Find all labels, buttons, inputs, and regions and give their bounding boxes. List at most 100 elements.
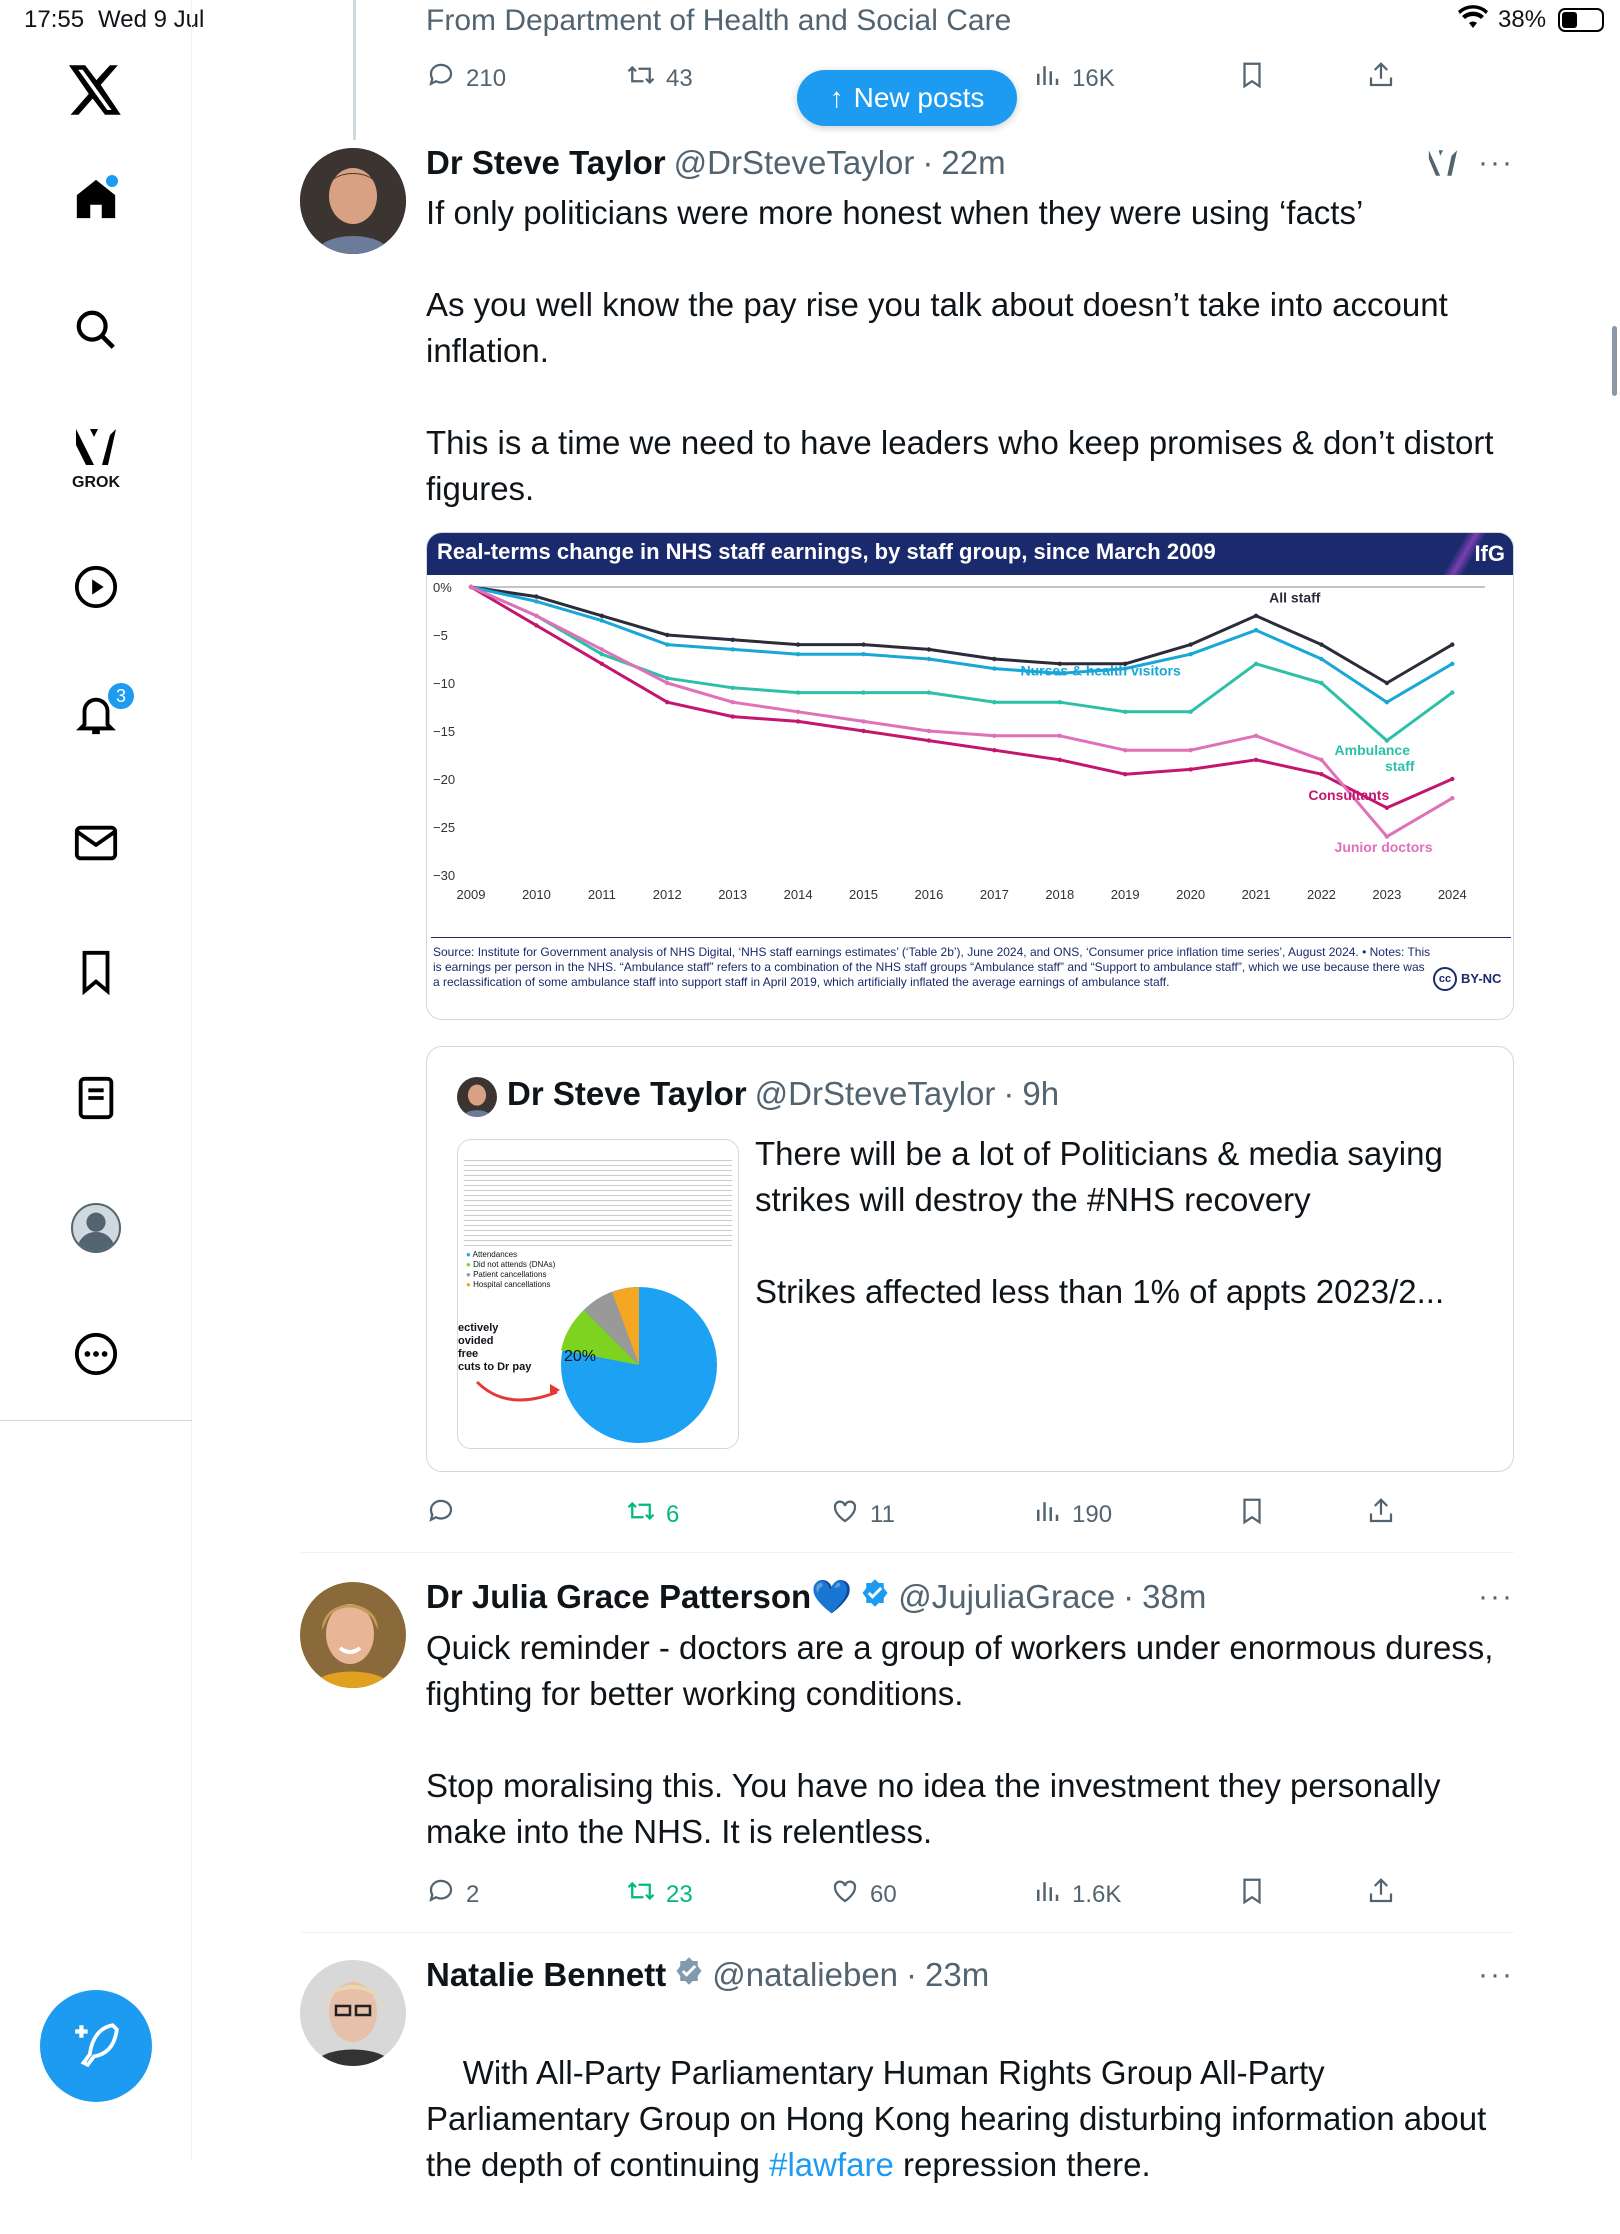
separator-dot: · <box>1003 1075 1015 1112</box>
x-tick-label: 2011 <box>588 887 616 902</box>
retweet-icon <box>626 1876 656 1913</box>
retweet-button[interactable]: 43 <box>626 60 693 97</box>
y-tick-label: −25 <box>433 820 455 835</box>
data-point <box>1319 642 1324 647</box>
quoted-post[interactable]: Dr Steve Taylor @DrSteveTaylor · 9h ● At… <box>426 1046 1514 1472</box>
data-point <box>1188 642 1193 647</box>
cc-icon: cc <box>1433 967 1457 991</box>
y-tick-label: −20 <box>433 772 455 787</box>
data-point <box>599 647 605 652</box>
data-point <box>1319 757 1324 762</box>
views-button[interactable]: 16K <box>1032 60 1115 97</box>
data-point <box>861 719 866 724</box>
x-tick-label: 2009 <box>457 887 486 902</box>
nav-grok[interactable]: GROK <box>60 422 132 494</box>
user-handle[interactable]: @natalieben <box>712 1956 898 1994</box>
data-point <box>926 656 932 662</box>
avatar-julia-grace-patterson[interactable] <box>300 1582 406 1688</box>
x-tick-label: 2014 <box>784 887 813 902</box>
reply-button[interactable]: 210 <box>426 60 506 97</box>
data-point <box>1253 613 1259 618</box>
x-tick-label: 2021 <box>1242 887 1271 902</box>
post-time[interactable]: 22m <box>941 144 1005 182</box>
avatar-dr-steve-taylor[interactable] <box>300 148 406 254</box>
user-handle[interactable]: @JujuliaGrace <box>898 1578 1115 1616</box>
share-button[interactable] <box>1366 60 1396 97</box>
like-count: 60 <box>870 1880 897 1908</box>
data-point <box>468 584 474 590</box>
data-point <box>1253 628 1259 633</box>
chart-image[interactable]: Real-terms change in NHS staff earnings,… <box>426 532 1514 1020</box>
quote-text: There will be a lot of Politicians & med… <box>755 1135 1445 1310</box>
y-tick-label: 0% <box>433 580 452 595</box>
search-icon <box>73 307 119 358</box>
data-point <box>1253 757 1259 762</box>
data-point <box>1188 652 1193 657</box>
share-button[interactable] <box>1366 1496 1396 1533</box>
display-name[interactable]: Dr Steve Taylor <box>426 144 666 182</box>
reply-button[interactable] <box>426 1496 456 1533</box>
data-point <box>1450 642 1455 647</box>
grok-explain-icon[interactable] <box>1426 146 1460 185</box>
retweet-button[interactable]: 23 <box>626 1876 693 1913</box>
nav-notifications[interactable]: 3 <box>60 681 136 753</box>
new-posts-button[interactable]: ↑ New posts <box>797 70 1017 126</box>
data-point <box>665 642 670 647</box>
reply-button[interactable]: 2 <box>426 1876 479 1913</box>
display-name[interactable]: Natalie Bennett <box>426 1956 666 1994</box>
separator-dot: · <box>1123 1578 1135 1615</box>
data-point <box>1384 700 1390 705</box>
more-options-icon[interactable]: ··· <box>1478 146 1514 180</box>
hashtag-link[interactable]: #lawfare <box>769 2146 894 2183</box>
more-options-icon[interactable]: ··· <box>1478 1958 1514 1992</box>
x-tick-label: 2024 <box>1438 887 1467 902</box>
views-button[interactable]: 1.6K <box>1032 1876 1121 1913</box>
verified-badge-icon <box>860 1578 890 1613</box>
nav-messages[interactable] <box>60 809 132 881</box>
more-options-icon[interactable]: ··· <box>1478 1580 1514 1614</box>
compose-post-button[interactable] <box>40 1990 152 2102</box>
nav-explore[interactable] <box>60 296 132 368</box>
nav-profile[interactable] <box>60 1192 132 1264</box>
data-point <box>1057 700 1062 705</box>
bookmark-button[interactable] <box>1237 60 1267 97</box>
data-point <box>665 632 670 638</box>
license-label: BY-NC <box>1461 971 1502 986</box>
nav-bookmarks[interactable] <box>60 938 132 1010</box>
nav-lists[interactable] <box>60 1064 132 1136</box>
verified-gray-badge-icon <box>674 1956 704 1991</box>
bookmark-button[interactable] <box>1237 1496 1267 1533</box>
nav-video[interactable] <box>60 553 132 625</box>
post-time[interactable]: 23m <box>925 1956 989 1994</box>
bookmark-icon <box>1237 1496 1267 1533</box>
retweet-count: 6 <box>666 1500 680 1528</box>
profile-avatar-icon <box>71 1203 121 1253</box>
data-point <box>1057 757 1062 762</box>
data-point <box>795 719 801 724</box>
line-chart: 0% −5 −10 −15 −20 −25 −302009 2010 2011 2012 2013 2… <box>433 580 1485 902</box>
data-point <box>926 690 932 695</box>
x-tick-label: 2012 <box>653 887 682 902</box>
quote-thumbnail[interactable]: ● Attendances ● Did not attends (DNAs) ●… <box>457 1139 739 1449</box>
data-point <box>861 652 866 657</box>
like-button[interactable]: 60 <box>830 1876 897 1913</box>
legend-item: ● Did not attends (DNAs) <box>466 1260 556 1269</box>
x-logo-icon[interactable] <box>60 54 132 126</box>
nav-home[interactable] <box>60 165 132 237</box>
retweet-button[interactable]: 6 <box>626 1496 679 1533</box>
views-button[interactable]: 190 <box>1032 1496 1112 1533</box>
avatar-natalie-bennett[interactable] <box>300 1960 406 2066</box>
bookmark-button[interactable] <box>1237 1876 1267 1913</box>
like-button[interactable]: 11 <box>830 1496 895 1533</box>
tweet-header: Natalie Bennett @natalieben · 23m <box>426 1956 989 1994</box>
data-point <box>1384 805 1390 810</box>
post-time[interactable]: 38m <box>1142 1578 1206 1616</box>
scrollbar-thumb[interactable] <box>1612 326 1617 396</box>
retweet-icon <box>626 60 656 97</box>
display-name[interactable]: Dr Julia Grace Patterson💙 <box>426 1578 852 1617</box>
share-button[interactable] <box>1366 1876 1396 1913</box>
data-point <box>795 709 801 714</box>
separator-dot: · <box>922 144 934 181</box>
user-handle[interactable]: @DrSteveTaylor <box>674 144 915 182</box>
nav-more[interactable] <box>60 1320 132 1392</box>
